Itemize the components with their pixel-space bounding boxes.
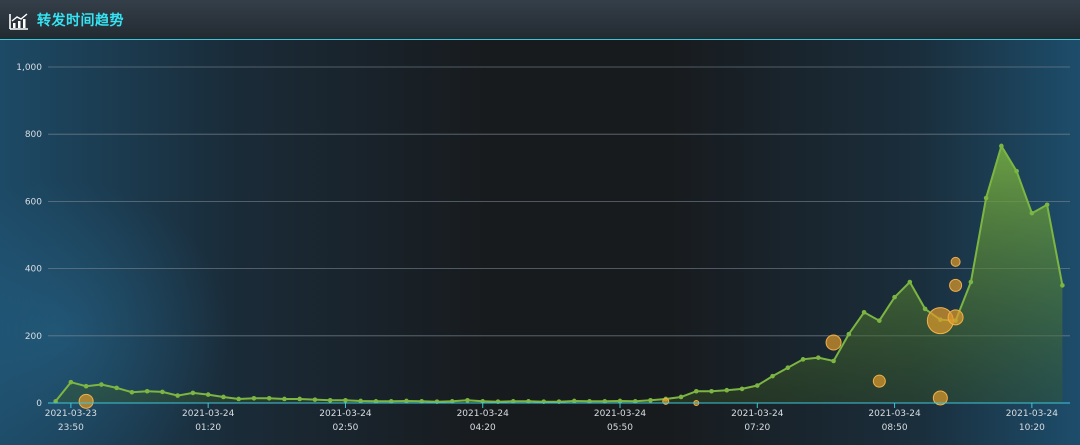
- data-point: [739, 386, 745, 392]
- data-point: [175, 393, 180, 398]
- data-point: [160, 389, 165, 395]
- panel-header: 转发时间趋势: [0, 0, 1080, 40]
- data-point: [1060, 283, 1065, 288]
- data-point: [754, 383, 760, 388]
- data-point: [114, 385, 119, 391]
- x-tick-time: 10:20: [1019, 423, 1045, 433]
- data-point: [297, 396, 302, 402]
- data-point: [922, 306, 928, 312]
- data-point: [68, 379, 74, 385]
- y-tick-label: 1,000: [16, 63, 42, 73]
- x-tick-date: 2021-03-24: [868, 409, 921, 419]
- bubble-marker: [872, 374, 886, 388]
- y-tick-label: 200: [25, 332, 42, 342]
- bubble-marker: [950, 256, 961, 267]
- x-tick-time: 04:20: [470, 423, 496, 433]
- y-tick-label: 600: [25, 197, 42, 207]
- data-point: [907, 279, 913, 285]
- panel-title: 转发时间趋势: [37, 13, 124, 29]
- data-point: [693, 388, 699, 394]
- x-tick-date: 2021-03-24: [319, 409, 372, 419]
- data-point: [144, 388, 150, 394]
- data-point: [236, 396, 241, 402]
- data-point: [999, 143, 1004, 149]
- x-axis-ticks: 2021-03-23 23:50 2021-03-24 01:20 2021-03-24…: [45, 403, 1059, 433]
- x-tick-date: 2021-03-24: [594, 409, 647, 419]
- data-point: [648, 398, 653, 403]
- x-tick-date: 2021-03-24: [1006, 409, 1059, 419]
- data-point: [1014, 168, 1019, 174]
- y-axis-ticks: 0 200 400 600 800 1,000: [16, 63, 42, 409]
- y-tick-label: 400: [25, 265, 42, 275]
- data-point: [831, 358, 836, 364]
- data-point: [282, 396, 287, 402]
- data-point: [266, 395, 272, 401]
- x-tick-time: 05:50: [607, 423, 633, 433]
- data-point: [724, 387, 730, 393]
- data-point: [678, 394, 684, 400]
- bubble-marker: [949, 278, 963, 292]
- data-point: [892, 294, 897, 300]
- data-point: [846, 331, 852, 337]
- line-chart-icon: [9, 13, 28, 30]
- data-point: [861, 309, 867, 315]
- data-point: [83, 383, 89, 389]
- data-point: [251, 395, 257, 401]
- data-point: [190, 390, 196, 396]
- data-point: [1044, 202, 1050, 208]
- data-point: [327, 398, 333, 403]
- data-point: [221, 394, 226, 400]
- data-point: [465, 398, 470, 403]
- area-fill: [55, 146, 1063, 403]
- bubble-marker: [78, 393, 94, 409]
- data-point: [800, 357, 806, 362]
- x-tick-time: 08:50: [882, 423, 908, 433]
- y-tick-label: 0: [36, 399, 42, 409]
- x-tick-time: 07:20: [744, 423, 770, 433]
- x-tick-date: 2021-03-24: [457, 409, 510, 419]
- data-point: [877, 318, 882, 323]
- data-point: [785, 365, 791, 371]
- bubble-marker: [825, 334, 842, 351]
- data-point: [343, 398, 348, 403]
- trend-chart: 02004006008001,000 2021-03-2323:502021-0…: [16, 63, 1070, 433]
- x-tick-time: 02:50: [332, 423, 358, 433]
- data-point: [770, 373, 775, 379]
- x-tick-date: 2021-03-23: [45, 409, 97, 419]
- data-point: [968, 279, 974, 285]
- data-point: [709, 388, 714, 394]
- data-point: [983, 195, 989, 201]
- data-point: [816, 355, 821, 360]
- data-point: [99, 382, 104, 387]
- x-tick-time: 01:20: [195, 423, 221, 433]
- bubble-marker: [947, 309, 964, 326]
- data-point: [129, 389, 135, 395]
- data-point: [205, 392, 211, 397]
- x-tick-time: 23:50: [58, 423, 84, 433]
- x-tick-date: 2021-03-24: [731, 409, 784, 419]
- data-point: [312, 397, 318, 402]
- x-tick-date: 2021-03-24: [182, 409, 235, 419]
- data-point: [1029, 210, 1035, 216]
- y-tick-label: 800: [25, 130, 42, 140]
